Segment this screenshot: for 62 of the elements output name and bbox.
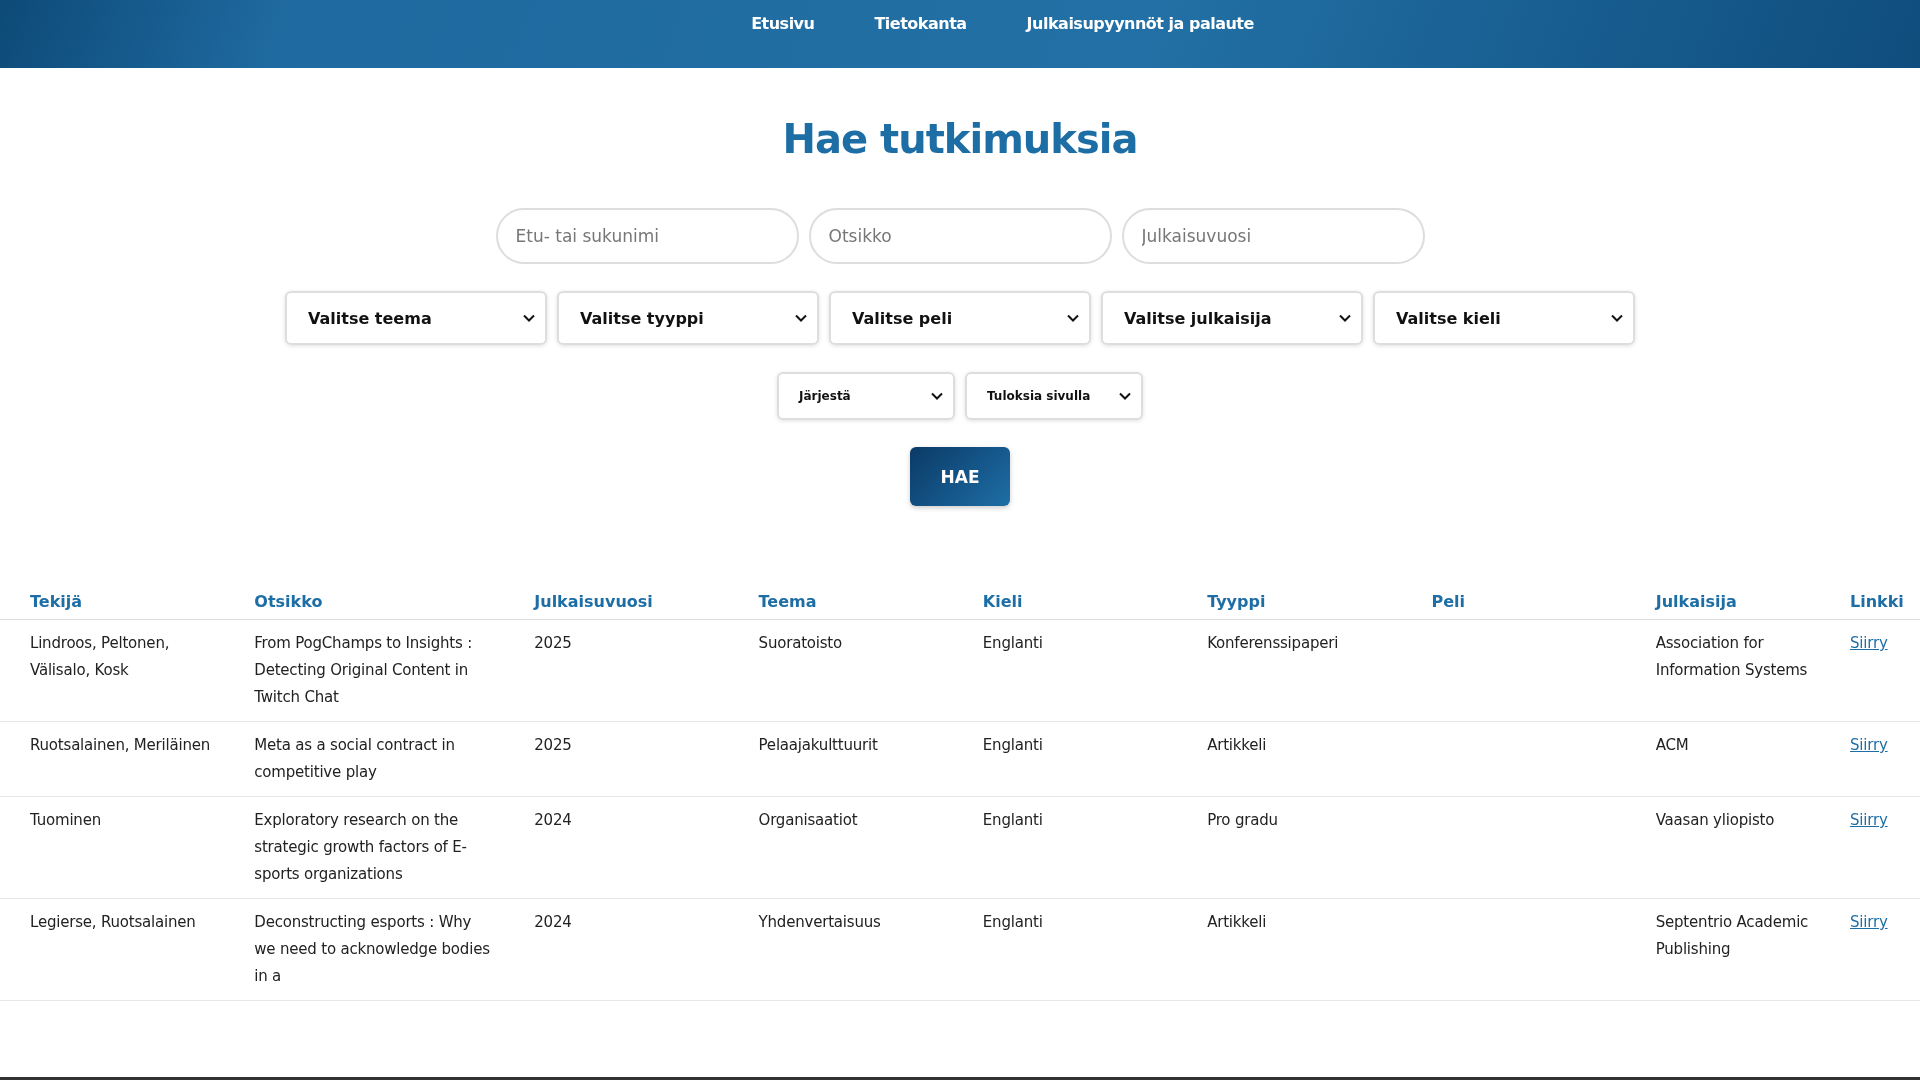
column-header: Teema [758,592,817,611]
nav-link[interactable]: Julkaisupyynnöt ja palaute [1026,14,1254,33]
chevron-down-icon [1119,392,1131,400]
link[interactable]: Siirry [1850,913,1888,931]
table-cell: Meta as a social contract in competitive play [254,736,455,781]
table-cell: Artikkeli [1207,913,1267,931]
link[interactable]: Siirry [1850,634,1888,652]
table-cell: Konferenssipaperi [1207,634,1339,652]
column-header: Julkaisuvuosi [534,592,653,611]
option-dropdown[interactable]: Tuloksia sivulla [965,372,1143,420]
nav-link[interactable]: Etusivu [751,14,815,33]
chevron-down-icon [931,392,943,400]
table-cell: Englanti [982,634,1043,652]
option-dropdown[interactable]: Järjestä [777,372,955,420]
table-cell: Ruotsalainen, Meriläinen [30,736,211,754]
table-cell: Pelaajakulttuurit [758,736,878,754]
table-cell: Englanti [982,913,1043,931]
table-cell: ACM [1655,736,1689,754]
column-header: Tyyppi [1207,592,1266,611]
table-cell: 2024 [534,913,572,931]
column-header: Otsikko [254,592,323,611]
table-cell: 2024 [534,811,572,829]
column-header: Julkaisija [1655,592,1737,611]
nav-link[interactable]: Tietokanta [874,14,967,33]
filter-dropdown[interactable]: Valitse julkaisija [1101,291,1363,345]
filter-dropdown[interactable]: Valitse teema [285,291,547,345]
table-cell: From PogChamps to Insights : Detecting Original Content in Twitch Chat [254,634,472,706]
table-cell: Exploratory research on the strategic growth factors of E-sports organizations [254,811,467,883]
column-header: Peli [1431,592,1465,611]
table-cell: Deconstructing esports : Why we need to acknowledge bodies in a [254,913,490,985]
table-cell: Suoratoisto [758,634,843,652]
table-cell: Englanti [982,736,1043,754]
filter-dropdown[interactable]: Valitse tyyppi [557,291,819,345]
table-cell: Septentrio Academic Publishing [1655,913,1809,958]
filter-dropdown[interactable]: Valitse kieli [1373,291,1635,345]
table-cell: Tuominen [30,811,101,829]
search-field[interactable]: Otsikko [808,208,1112,264]
link[interactable]: Siirry [1850,811,1888,829]
page-title: Hae tutkimuksia [781,116,1139,162]
table-cell: Vaasan yliopisto [1655,811,1775,829]
column-header: Linkki [1850,592,1904,611]
table-cell: Pro gradu [1207,811,1278,829]
chevron-down-icon [1339,314,1351,322]
table-cell: Lindroos, Peltonen, Välisalo, Kosk [30,634,170,679]
search-button[interactable]: HAE [910,447,1010,506]
table-cell: Artikkeli [1207,736,1267,754]
chevron-down-icon [795,314,807,322]
table-cell: Organisaatiot [758,811,858,829]
table-cell: 2025 [534,634,572,652]
link[interactable]: Siirry [1850,736,1888,754]
table-cell: 2025 [534,736,572,754]
search-field[interactable]: Etu- tai sukunimi [495,208,799,264]
chevron-down-icon [1611,314,1623,322]
table-cell: Englanti [982,811,1043,829]
table-cell: Association for Information Systems [1655,634,1808,679]
filter-dropdown[interactable]: Valitse peli [829,291,1091,345]
chevron-down-icon [523,314,535,322]
chevron-down-icon [1067,314,1079,322]
table-cell: Yhdenvertaisuus [758,913,881,931]
column-header: Kieli [982,592,1023,611]
table-cell: Legierse, Ruotsalainen [30,913,196,931]
column-header: Tekijä [30,592,83,611]
